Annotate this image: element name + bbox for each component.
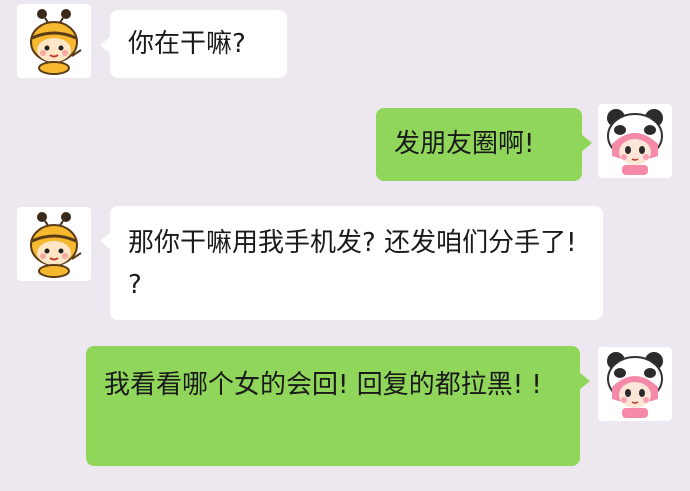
message-bubble-outgoing[interactable]: 我看看哪个女的会回! 回复的都拉黑! ! xyxy=(86,346,590,466)
panda-girl-avatar[interactable] xyxy=(598,104,672,178)
message-text: 发朋友圈啊! xyxy=(394,129,535,159)
bee-boy-icon xyxy=(30,9,82,75)
message-bubble-incoming[interactable]: 那你干嘛用我手机发? 还发咱们分手了! ? xyxy=(100,206,603,320)
panda-hood-girl-icon xyxy=(607,352,663,418)
bee-avatar[interactable] xyxy=(17,207,91,281)
message-text: 你在干嘛? xyxy=(128,29,246,59)
panda-hood-girl-icon xyxy=(607,109,663,175)
bee-avatar[interactable] xyxy=(17,4,91,78)
message-bubble-incoming[interactable]: 你在干嘛? xyxy=(100,10,287,78)
message-text: 那你干嘛用我手机发? 还发咱们分手了! ? xyxy=(128,228,585,300)
message-bubble-outgoing[interactable]: 发朋友圈啊! xyxy=(376,108,592,181)
message-text: 我看看哪个女的会回! 回复的都拉黑! ! xyxy=(104,370,542,400)
chat-window: 你在干嘛? 发朋友圈啊! 那你干嘛用我手机发? 还发咱们分手了! ? 我看看哪个… xyxy=(0,0,690,491)
panda-girl-avatar[interactable] xyxy=(598,347,672,421)
bee-boy-icon xyxy=(30,212,82,278)
